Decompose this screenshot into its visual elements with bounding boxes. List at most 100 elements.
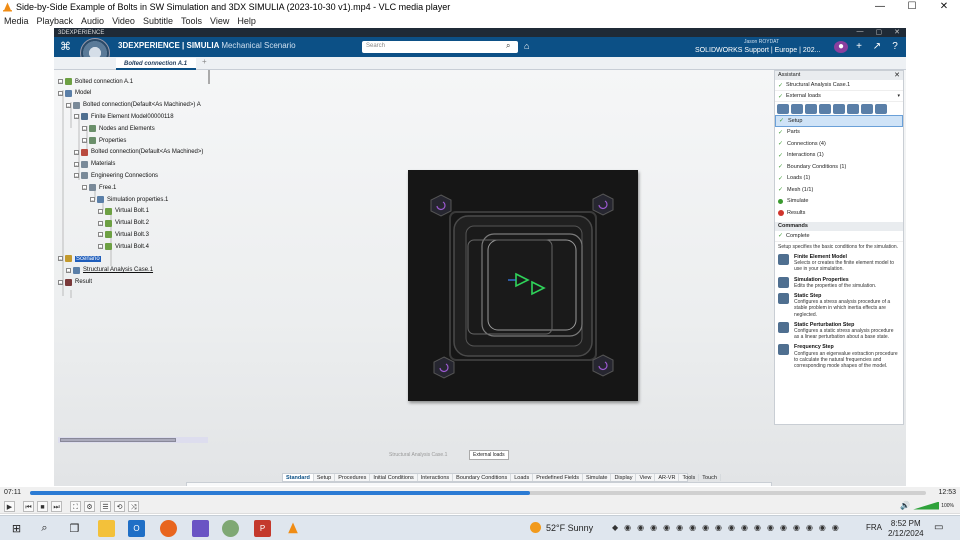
powerpoint-icon[interactable]: P: [254, 520, 271, 537]
vlc-taskbar-icon[interactable]: [284, 520, 301, 537]
action-tab[interactable]: Standard: [283, 474, 314, 481]
expand-toggle-icon[interactable]: –: [74, 173, 79, 179]
command-item[interactable]: Static Step Configures a stress analysis …: [775, 291, 903, 320]
tree-node[interactable]: – Bolted connection(Default<As Machined>): [74, 148, 203, 156]
app-icon[interactable]: [192, 520, 209, 537]
windows-start-icon[interactable]: ⊞: [8, 520, 25, 537]
action-tab[interactable]: Simulate: [583, 474, 612, 481]
tree-node[interactable]: – Bolted connection A.1: [58, 78, 133, 85]
expand-toggle-icon[interactable]: –: [74, 149, 79, 155]
tree-node[interactable]: – Bolted connection(Default<As Machined>)…: [66, 101, 201, 109]
action-button[interactable]: Concentrated Charge: [722, 483, 763, 486]
shuffle-button[interactable]: ⤨: [128, 501, 139, 512]
menu-video[interactable]: Video: [112, 15, 135, 28]
expand-toggle-icon[interactable]: –: [66, 267, 71, 273]
action-tab[interactable]: Predefined Fields: [533, 474, 584, 481]
action-button[interactable]: Pressure: [476, 483, 517, 486]
expand-toggle-icon[interactable]: –: [58, 79, 63, 84]
workflow-step[interactable]: Simulate: [775, 196, 903, 208]
expand-toggle-icon[interactable]: –: [82, 126, 87, 132]
action-button[interactable]: Gravity: [517, 483, 558, 486]
action-button[interactable]: Results: [310, 483, 351, 486]
playlist-button[interactable]: ☰: [100, 501, 111, 512]
menu-tools[interactable]: Tools: [181, 15, 202, 28]
workflow-step[interactable]: ✓ Boundary Conditions (1): [775, 161, 903, 173]
workflow-step[interactable]: ✓ Setup: [775, 115, 903, 127]
loop-button[interactable]: ⟲: [114, 501, 125, 512]
expand-toggle-icon[interactable]: –: [58, 279, 63, 285]
action-tab[interactable]: Procedures: [335, 474, 371, 481]
fullscreen-button[interactable]: ⛶: [70, 501, 81, 512]
tree-node[interactable]: – Result: [58, 278, 92, 286]
workflow-step[interactable]: Results: [775, 207, 903, 219]
close-button[interactable]: ✕: [928, 0, 960, 14]
tree-node[interactable]: – Simulation properties.1: [90, 196, 168, 203]
action-button[interactable]: Connector Force: [640, 483, 681, 486]
play-button[interactable]: ▶: [4, 501, 15, 512]
expand-toggle-icon[interactable]: –: [58, 90, 63, 96]
expand-toggle-icon[interactable]: –: [90, 197, 95, 202]
task-view-icon[interactable]: ❐: [66, 520, 83, 537]
action-button[interactable]: Scenario: [269, 483, 310, 486]
action-button[interactable]: Force: [435, 483, 476, 486]
stop-button[interactable]: ■: [37, 501, 48, 512]
volume-slider[interactable]: [913, 501, 940, 510]
clock[interactable]: 8:52 PM 2/12/2024: [888, 519, 924, 539]
tree-node[interactable]: – Properties: [82, 137, 126, 144]
workflow-step[interactable]: ✓ Parts: [775, 127, 903, 139]
expand-toggle-icon[interactable]: –: [98, 208, 103, 214]
tree-node[interactable]: – Virtual Bolt.3: [98, 231, 149, 239]
tree-node[interactable]: – Virtual Bolt.4: [98, 243, 149, 251]
action-tab[interactable]: Tools: [679, 474, 700, 481]
minimize-button[interactable]: —: [864, 0, 896, 14]
tree-node[interactable]: – Model: [58, 89, 91, 97]
menu-playback[interactable]: Playback: [37, 15, 74, 28]
menu-view[interactable]: View: [210, 15, 229, 28]
workflow-step[interactable]: ✓ Interactions (1): [775, 150, 903, 162]
tree-node[interactable]: – Free.1: [82, 184, 116, 192]
tree-node[interactable]: – Scenario: [58, 255, 101, 262]
action-tab[interactable]: Initial Conditions: [370, 474, 418, 481]
weather-widget[interactable]: 52°F Sunny: [530, 522, 593, 533]
tree-node[interactable]: – Finite Element Model00000118: [74, 113, 174, 121]
action-tab[interactable]: AR-VR: [655, 474, 680, 481]
expand-toggle-icon[interactable]: –: [66, 102, 71, 108]
expand-toggle-icon[interactable]: –: [58, 256, 63, 261]
volume-control[interactable]: 🔊 100%: [900, 501, 954, 510]
command-item[interactable]: Simulation Properties Edits the propertie…: [775, 275, 903, 291]
action-tab[interactable]: Display: [611, 474, 637, 481]
expand-toggle-icon[interactable]: –: [74, 114, 79, 120]
action-tab[interactable]: Boundary Conditions: [453, 474, 512, 481]
expand-toggle-icon[interactable]: –: [98, 244, 103, 250]
app-icon-2[interactable]: [222, 520, 239, 537]
action-tab[interactable]: Touch: [699, 474, 721, 481]
workflow-step[interactable]: ✓ Loads (1): [775, 173, 903, 185]
menu-subtitle[interactable]: Subtitle: [143, 15, 173, 28]
extended-settings-button[interactable]: ⚙: [84, 501, 95, 512]
command-item[interactable]: Frequency Step Configures an eigenvalue e…: [775, 342, 903, 371]
command-item[interactable]: Static Perturbation Step Configures a sta…: [775, 320, 903, 343]
speaker-icon[interactable]: 🔊: [900, 501, 910, 510]
previous-button[interactable]: ⏮: [23, 501, 34, 512]
tree-scrollbar[interactable]: [60, 438, 176, 442]
expand-toggle-icon[interactable]: –: [74, 161, 79, 167]
action-tab[interactable]: Loads: [511, 474, 534, 481]
expand-toggle-icon[interactable]: –: [82, 138, 87, 143]
command-item[interactable]: Finite Element Model Selects or creates t…: [775, 252, 903, 275]
action-button[interactable]: Feature Manager: [352, 483, 393, 486]
expand-toggle-icon[interactable]: –: [82, 185, 87, 191]
workflow-step[interactable]: ✓ Connections (4): [775, 138, 903, 150]
action-button[interactable]: Model: [228, 483, 269, 486]
maximize-button[interactable]: ☐: [896, 0, 928, 14]
tree-node[interactable]: – Materials: [74, 160, 115, 168]
tree-node[interactable]: – Virtual Bolt.1: [98, 207, 149, 215]
action-button[interactable]: Undo: [187, 483, 228, 486]
search-icon[interactable]: ⌕: [36, 520, 53, 537]
notification-icon[interactable]: ▭: [934, 522, 943, 533]
tree-node[interactable]: – Structural Analysis Case.1: [66, 266, 153, 274]
menu-media[interactable]: Media: [4, 15, 29, 28]
outlook-icon[interactable]: O: [128, 520, 145, 537]
workflow-step[interactable]: ✓ Mesh (1/1): [775, 184, 903, 196]
input-language[interactable]: FRA: [866, 523, 882, 532]
expand-toggle-icon[interactable]: –: [98, 232, 103, 238]
